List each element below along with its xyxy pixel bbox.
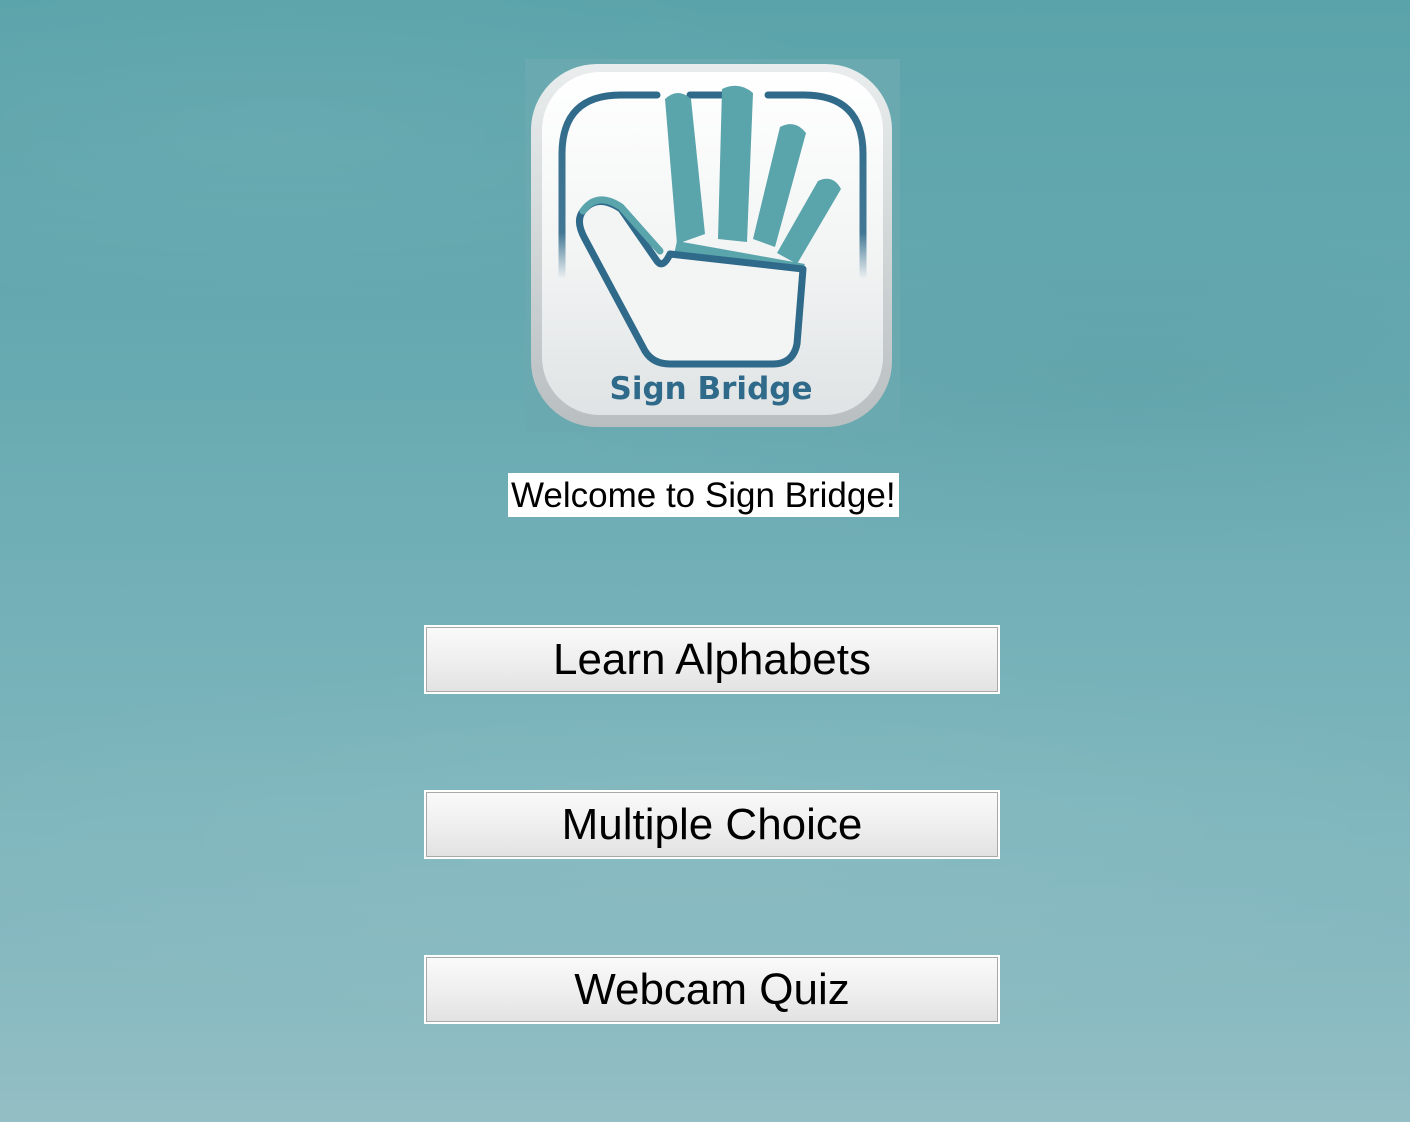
webcam-quiz-button[interactable]: Webcam Quiz xyxy=(424,955,1000,1024)
learn-alphabets-button[interactable]: Learn Alphabets xyxy=(424,625,1000,694)
welcome-message: Welcome to Sign Bridge! xyxy=(508,473,899,517)
multiple-choice-button[interactable]: Multiple Choice xyxy=(424,790,1000,859)
app-logo: Sign Bridge xyxy=(525,59,900,432)
logo-text: Sign Bridge xyxy=(610,371,813,407)
